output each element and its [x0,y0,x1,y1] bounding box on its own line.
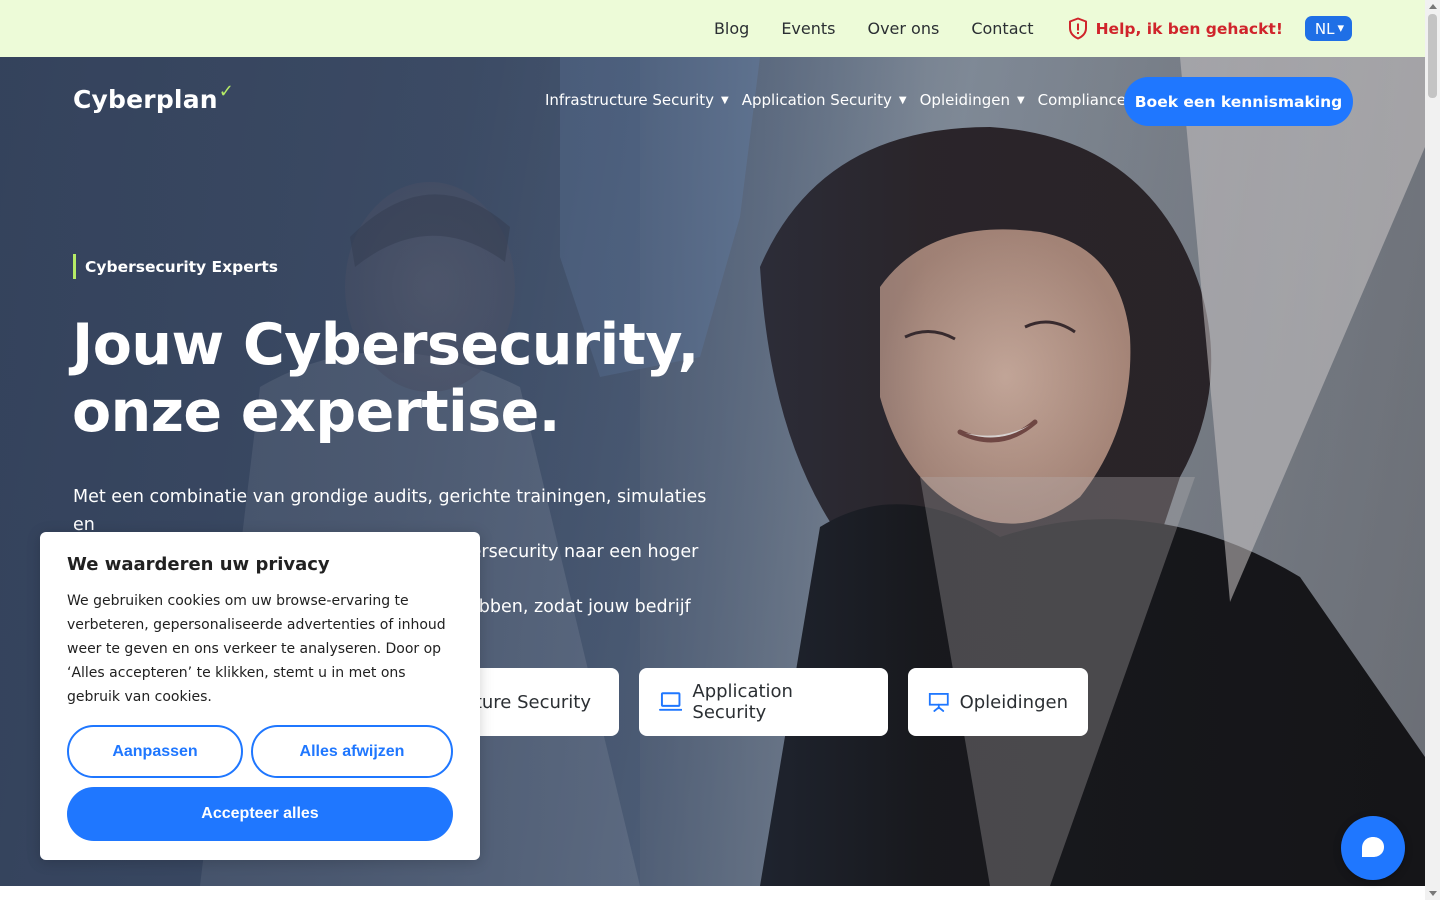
cookie-button-row: Aanpassen Alles afwijzen [67,725,453,778]
hero-eyebrow: Cybersecurity Experts [73,254,278,279]
nav-item-label: Opleidingen [919,91,1010,109]
chevron-down-icon: ▾ [1337,21,1344,36]
language-selector[interactable]: NL ▾ [1304,16,1352,41]
nav-item-opleidingen[interactable]: Opleidingen ▼ [920,91,1025,109]
pill-label: Application Security [692,681,793,723]
hacked-help-link[interactable]: Help, ik ben gehackt! [1068,17,1283,40]
logo-wordmark: Cyberplan [73,85,218,114]
nav-item-label: Compliance [1037,91,1126,109]
lead-line-1: Met een combinatie van grondige audits, … [73,487,707,535]
customize-button[interactable]: Aanpassen [67,725,243,778]
caret-down-icon: ▼ [898,94,907,106]
utility-link-over-ons[interactable]: Over ons [867,19,939,38]
laptop-icon [659,692,683,711]
main-nav: Infrastructure Security ▼ Application Se… [545,91,1154,109]
page-bottom-edge [0,886,1425,900]
pill-opleidingen[interactable]: Opleidingen [908,668,1088,736]
scroll-up-arrow-icon[interactable] [1429,4,1437,9]
pill-label: ture Security [474,691,591,713]
hacked-help-label: Help, ik ben gehackt! [1095,19,1283,38]
scrollbar-thumb[interactable] [1428,14,1437,98]
nav-item-infrastructure-security[interactable]: Infrastructure Security ▼ [545,91,729,109]
pill-label: Opleidingen [959,691,1068,713]
presentation-icon [928,693,949,712]
language-label: NL [1314,19,1335,38]
page-scrollbar[interactable] [1425,0,1440,900]
caret-down-icon: ▼ [721,94,729,106]
reject-all-button[interactable]: Alles afwijzen [251,725,453,778]
page: Blog Events Over ons Contact Help, ik be… [0,0,1440,900]
scroll-down-arrow-icon[interactable] [1429,891,1437,896]
cookie-text: We gebruiken cookies om uw browse-ervari… [67,593,446,705]
nav-item-label: Application Security [741,91,892,109]
accept-all-button[interactable]: Accepteer alles [67,787,453,841]
cyberplan-logo[interactable]: Cyberplan ✓ [73,81,234,114]
utility-link-blog[interactable]: Blog [714,19,749,38]
check-mark-icon: ✓ [218,81,235,102]
shield-alert-icon [1068,17,1087,40]
book-intro-button[interactable]: Boek een kennismaking [1124,77,1353,126]
cookie-title: We waarderen uw privacy [67,554,330,575]
cookie-consent-dialog: We waarderen uw privacy We gebruiken coo… [40,532,480,860]
chat-launcher-button[interactable] [1341,816,1405,880]
utility-link-contact[interactable]: Contact [971,19,1033,38]
utility-bar: Blog Events Over ons Contact Help, ik be… [0,0,1425,57]
utility-nav: Blog Events Over ons Contact Help, ik be… [682,0,1352,57]
pill-application-security[interactable]: Application Security [639,668,888,736]
utility-link-events[interactable]: Events [781,19,835,38]
caret-down-icon: ▼ [1016,94,1025,106]
headline-line-1: Jouw Cybersecurity, [72,312,699,378]
hero-headline: Jouw Cybersecurity, onze expertise. [72,312,772,446]
chat-bubble-icon [1362,837,1384,857]
headline-line-2: onze expertise. [72,379,560,445]
nav-item-label: Infrastructure Security [545,91,715,109]
nav-item-application-security[interactable]: Application Security ▼ [742,91,907,109]
